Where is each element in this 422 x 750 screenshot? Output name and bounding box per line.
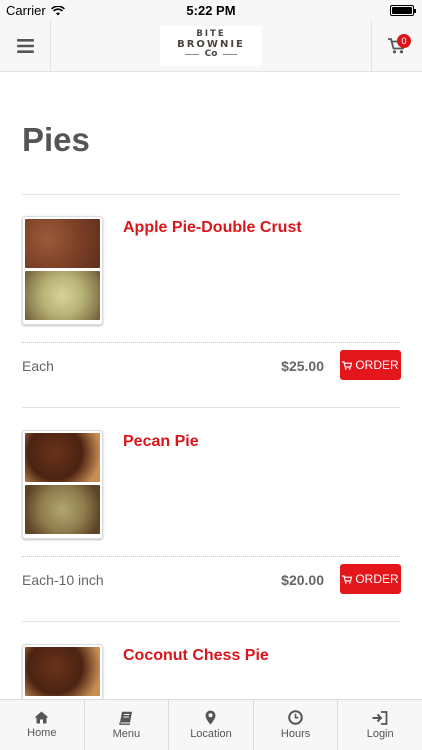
- bottom-tab-bar: Home Menu Location Hours Login: [0, 699, 422, 750]
- item-price: $25.00: [281, 358, 324, 374]
- home-icon: [34, 711, 49, 724]
- logo-line-3: Co: [160, 50, 262, 59]
- item-divider: [22, 407, 400, 408]
- item-price: $20.00: [281, 572, 324, 588]
- item-name-apple-pie[interactable]: Apple Pie-Double Crust: [123, 219, 302, 237]
- item-image-apple-pie[interactable]: [22, 216, 103, 325]
- status-bar: Carrier 5:22 PM: [0, 0, 422, 20]
- pecan-pie-slice-photo: [25, 485, 100, 534]
- item-name-coconut-chess-pie[interactable]: Coconut Chess Pie: [123, 647, 269, 665]
- logo-line-1: BITE: [196, 29, 226, 39]
- order-button-apple-pie[interactable]: ORDER: [340, 350, 401, 380]
- price-label: Each: [22, 358, 54, 374]
- order-button-label: ORDER: [355, 572, 399, 586]
- logo-rule: [184, 54, 199, 55]
- map-pin-icon: [205, 710, 216, 725]
- item-divider: [22, 621, 400, 622]
- tab-login[interactable]: Login: [338, 700, 422, 750]
- order-button-label: ORDER: [355, 358, 399, 372]
- book-icon: [119, 711, 133, 725]
- cart-count-badge: 0: [397, 34, 411, 48]
- logo-rule: [223, 54, 238, 55]
- cart-icon: [342, 574, 353, 584]
- tab-location[interactable]: Location: [169, 700, 254, 750]
- tab-menu[interactable]: Menu: [85, 700, 170, 750]
- page-title: Pies: [22, 121, 90, 158]
- tab-home[interactable]: Home: [0, 700, 85, 750]
- login-icon: [372, 710, 388, 725]
- brand-logo[interactable]: BITE BROWNIE Co: [160, 26, 262, 66]
- tab-label: Hours: [280, 728, 311, 740]
- section-divider: [22, 194, 400, 195]
- coconut-chess-pie-photo: [25, 647, 100, 696]
- cart-icon: [342, 360, 353, 370]
- price-divider: [22, 342, 400, 343]
- clock-time: 5:22 PM: [186, 3, 236, 18]
- pecan-pie-top-photo: [25, 433, 100, 482]
- tab-label: Location: [190, 728, 232, 740]
- item-name-pecan-pie[interactable]: Pecan Pie: [123, 433, 199, 451]
- item-image-pecan-pie[interactable]: [22, 430, 103, 539]
- cart-button[interactable]: 0: [371, 20, 422, 71]
- app-header: BITE BROWNIE Co 0: [0, 20, 422, 72]
- tab-label: Menu: [112, 727, 141, 740]
- tab-label: Login: [366, 727, 394, 740]
- tab-hours[interactable]: Hours: [254, 700, 339, 750]
- battery-icon: [390, 5, 416, 16]
- price-divider: [22, 556, 400, 557]
- hamburger-icon: [16, 38, 34, 53]
- apple-pie-slice-photo: [25, 271, 100, 320]
- tab-label: Home: [27, 727, 57, 739]
- apple-pie-top-photo: [25, 219, 100, 268]
- clock-icon: [288, 710, 303, 725]
- order-button-pecan-pie[interactable]: ORDER: [340, 564, 401, 594]
- menu-button[interactable]: [0, 20, 51, 71]
- logo-co: Co: [204, 49, 218, 59]
- price-label: Each-10 inch: [22, 572, 104, 588]
